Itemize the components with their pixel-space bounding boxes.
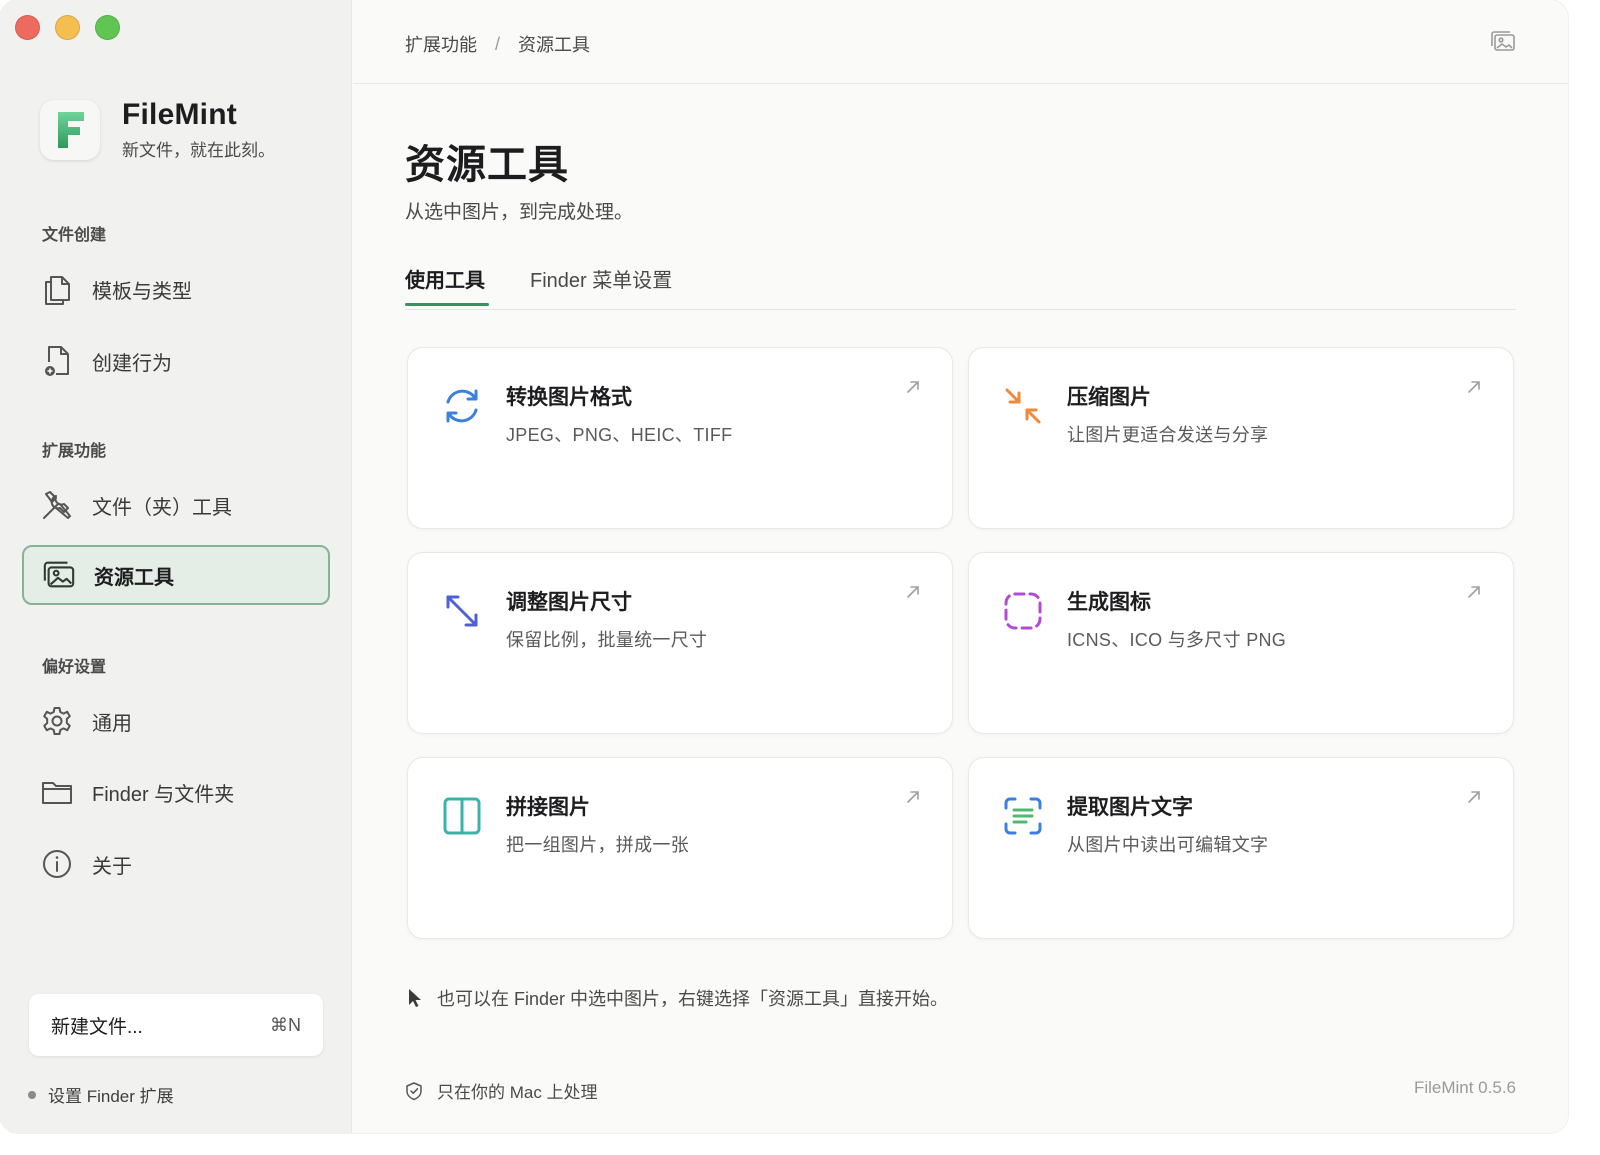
card-title: 压缩图片 <box>1067 386 1151 409</box>
arrow-up-right-icon <box>1465 583 1483 606</box>
arrow-up-right-icon <box>1465 788 1483 811</box>
active-tab-indicator <box>405 303 489 306</box>
split-panel-icon <box>438 792 486 840</box>
sidebar-item-label: 资源工具 <box>94 566 174 589</box>
resize-icon <box>438 587 486 635</box>
compress-icon <box>999 382 1047 430</box>
tab-bar: 使用工具 Finder 菜单设置 <box>405 258 1516 310</box>
sidebar-item-label: Finder 与文件夹 <box>92 783 235 806</box>
card-description: JPEG、PNG、HEIC、TIFF <box>506 425 733 445</box>
sidebar-item-label: 模板与类型 <box>92 280 192 303</box>
photos-icon <box>42 558 76 592</box>
app-logo-icon <box>40 99 100 160</box>
tool-card-stitch[interactable]: 拼接图片 把一组图片，拼成一张 <box>407 757 953 939</box>
shield-check-icon <box>405 1081 423 1101</box>
breadcrumb: 扩展功能 / 资源工具 <box>405 31 590 57</box>
app-name: FileMint <box>122 98 237 131</box>
pointer-icon <box>407 987 423 1009</box>
toolbar: 扩展功能 / 资源工具 <box>353 0 1568 84</box>
sidebar-item-label: 文件（夹）工具 <box>92 496 232 519</box>
sidebar: FileMint 新文件，就在此刻。 文件创建 模板与类型 创建行为 扩展功能 … <box>0 0 352 1133</box>
info-icon <box>40 847 74 881</box>
privacy-text: 只在你的 Mac 上处理 <box>437 1083 598 1102</box>
minimize-window-button[interactable] <box>55 15 80 40</box>
new-file-shortcut: ⌘N <box>270 1014 301 1035</box>
breadcrumb-item-extensions[interactable]: 扩展功能 <box>405 31 477 57</box>
sidebar-item-label: 创建行为 <box>92 352 172 375</box>
section-label-extensions: 扩展功能 <box>42 443 107 460</box>
hint-text: 也可以在 Finder 中选中图片，右键选择「资源工具」直接开始。 <box>437 989 949 1009</box>
status-dot-icon <box>28 1090 36 1099</box>
finder-hint: 也可以在 Finder 中选中图片，右键选择「资源工具」直接开始。 <box>407 985 948 1011</box>
tool-card-generate-icon[interactable]: 生成图标 ICNS、ICO 与多尺寸 PNG <box>968 552 1514 734</box>
sidebar-item-finder-folders[interactable]: Finder 与文件夹 <box>22 762 330 822</box>
tools-icon <box>40 488 74 522</box>
main-content: 扩展功能 / 资源工具 资源工具 从选中图片，到完成处理。 使用工具 Finde… <box>353 0 1568 1133</box>
card-title: 拼接图片 <box>506 796 590 819</box>
sidebar-item-general[interactable]: 通用 <box>22 691 330 751</box>
tool-card-compress[interactable]: 压缩图片 让图片更适合发送与分享 <box>968 347 1514 529</box>
card-description: 让图片更适合发送与分享 <box>1067 425 1269 445</box>
sidebar-item-templates[interactable]: 模板与类型 <box>22 259 330 319</box>
card-title: 提取图片文字 <box>1067 796 1193 819</box>
photos-icon[interactable] <box>1490 29 1516 58</box>
privacy-note: 只在你的 Mac 上处理 <box>405 1078 598 1103</box>
card-description: 从图片中读出可编辑文字 <box>1067 835 1269 855</box>
documents-icon <box>40 272 74 306</box>
folder-icon <box>40 775 74 809</box>
card-description: 保留比例，批量统一尺寸 <box>506 630 708 650</box>
page-title: 资源工具 <box>405 143 569 187</box>
finder-extension-label: 设置 Finder 扩展 <box>48 1087 174 1106</box>
gear-icon <box>40 704 74 738</box>
card-title: 转换图片格式 <box>506 386 632 409</box>
text-scan-icon <box>999 792 1047 840</box>
icon-frame-icon <box>999 587 1047 635</box>
version-label: FileMint 0.5.6 <box>1413 1078 1516 1097</box>
arrow-up-right-icon <box>1465 378 1483 401</box>
new-file-label: 新建文件... <box>51 1016 143 1038</box>
app-window: FileMint 新文件，就在此刻。 文件创建 模板与类型 创建行为 扩展功能 … <box>0 0 1568 1133</box>
tool-card-resize[interactable]: 调整图片尺寸 保留比例，批量统一尺寸 <box>407 552 953 734</box>
card-title: 生成图标 <box>1067 591 1151 614</box>
card-description: ICNS、ICO 与多尺寸 PNG <box>1067 630 1287 650</box>
sidebar-item-about[interactable]: 关于 <box>22 834 330 894</box>
sidebar-item-label: 通用 <box>92 712 132 735</box>
zoom-window-button[interactable] <box>95 15 120 40</box>
tab-use-tools[interactable]: 使用工具 <box>405 264 485 305</box>
sidebar-item-create-behavior[interactable]: 创建行为 <box>22 331 330 391</box>
tab-finder-menu-settings[interactable]: Finder 菜单设置 <box>530 264 672 305</box>
close-window-button[interactable] <box>15 15 40 40</box>
section-label-file-creation: 文件创建 <box>42 227 107 244</box>
arrow-up-right-icon <box>904 583 922 606</box>
arrow-up-right-icon <box>904 378 922 401</box>
convert-icon <box>438 382 486 430</box>
app-tagline: 新文件，就在此刻。 <box>122 141 275 160</box>
arrow-up-right-icon <box>904 788 922 811</box>
document-add-icon <box>40 344 74 378</box>
page-subtitle: 从选中图片，到完成处理。 <box>405 202 634 223</box>
sidebar-item-resource-tools[interactable]: 资源工具 <box>22 545 330 605</box>
card-description: 把一组图片，拼成一张 <box>506 835 689 855</box>
card-title: 调整图片尺寸 <box>506 591 632 614</box>
sidebar-item-file-tools[interactable]: 文件（夹）工具 <box>22 475 330 535</box>
tool-card-extract-text[interactable]: 提取图片文字 从图片中读出可编辑文字 <box>968 757 1514 939</box>
finder-extension-link[interactable]: 设置 Finder 扩展 <box>28 1082 174 1107</box>
sidebar-item-label: 关于 <box>92 855 132 878</box>
section-label-preferences: 偏好设置 <box>42 659 107 676</box>
breadcrumb-separator: / <box>495 33 501 54</box>
new-file-button[interactable]: 新建文件... ⌘N <box>29 994 323 1056</box>
tool-card-convert-format[interactable]: 转换图片格式 JPEG、PNG、HEIC、TIFF <box>407 347 953 529</box>
window-controls <box>15 15 120 40</box>
brand: FileMint 新文件，就在此刻。 <box>40 98 275 161</box>
breadcrumb-item-resource-tools: 资源工具 <box>518 35 591 55</box>
